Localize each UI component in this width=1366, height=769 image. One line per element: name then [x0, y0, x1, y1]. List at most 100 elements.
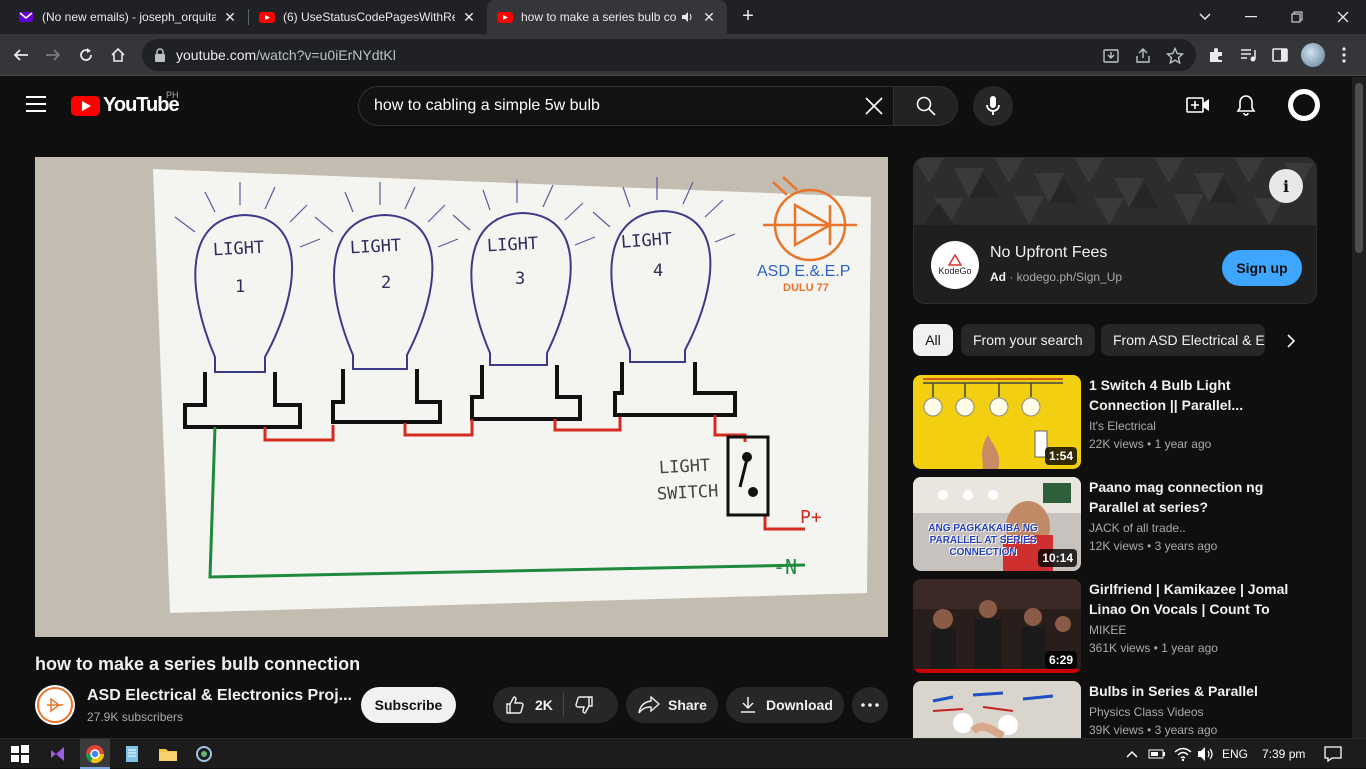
tab-status-pages[interactable]: (6) UseStatusCodePagesWithRed ✕	[249, 0, 487, 34]
new-tab-button[interactable]: +	[736, 5, 760, 29]
chip-all[interactable]: All	[913, 324, 953, 356]
thumbs-down-icon[interactable]	[574, 695, 594, 715]
video-thumbnail[interactable]	[913, 681, 1081, 738]
account-avatar-center	[1295, 96, 1313, 114]
recommendation-item[interactable]: 6:29 Girlfriend | Kamikazee | Jomal Lina…	[913, 579, 1317, 673]
like-button[interactable]: 2K	[493, 695, 553, 715]
video-duration: 6:29	[1044, 651, 1077, 669]
recommendation-title[interactable]: 1 Switch 4 Bulb Light Connection || Para…	[1089, 375, 1299, 415]
address-bar[interactable]: youtube.com/watch?v=u0iErNYdtKl	[142, 39, 1196, 71]
video-thumbnail[interactable]: ANG PAGKAKAIBA NG PARALLEL AT SERIES CON…	[913, 477, 1081, 571]
side-panel-icon[interactable]	[1271, 46, 1289, 64]
bookmark-star-icon[interactable]	[1166, 47, 1184, 65]
recommendation-channel[interactable]: Physics Class Videos	[1089, 705, 1204, 719]
advertiser-logo[interactable]: KodeGo	[931, 241, 979, 289]
search-button[interactable]	[894, 86, 958, 126]
video-thumbnail[interactable]: 6:29	[913, 579, 1081, 673]
hamburger-menu-icon[interactable]	[26, 96, 46, 112]
notification-center-icon[interactable]	[1324, 746, 1342, 762]
wifi-icon[interactable]	[1174, 746, 1192, 762]
recommendation-title[interactable]: Bulbs in Series & Parallel	[1089, 681, 1299, 701]
tab-mail[interactable]: (No new emails) - joseph_orquita ✕	[8, 0, 248, 34]
create-video-icon[interactable]	[1186, 93, 1210, 117]
notifications-bell-icon[interactable]	[1234, 93, 1258, 117]
voice-search-button[interactable]	[973, 86, 1013, 126]
tab-close-icon[interactable]: ✕	[701, 9, 717, 26]
ad-banner[interactable]	[914, 158, 1316, 225]
visual-studio-icon[interactable]	[48, 744, 68, 764]
channel-name[interactable]: ASD Electrical & Electronics Proj...	[87, 687, 352, 705]
recommendation-item[interactable]: ANG PAGKAKAIBA NG PARALLEL AT SERIES CON…	[913, 477, 1317, 571]
chrome-menu-icon[interactable]	[1335, 46, 1353, 64]
download-icon	[741, 697, 755, 713]
reload-icon[interactable]	[73, 42, 99, 68]
ad-signup-button[interactable]: Sign up	[1222, 250, 1302, 286]
tab-close-icon[interactable]: ✕	[461, 9, 477, 26]
ad-url[interactable]: kodego.ph/Sign_Up	[1017, 270, 1122, 284]
share-button[interactable]: Share	[626, 687, 718, 723]
home-icon[interactable]	[105, 42, 131, 68]
brand-subtext: DULU 77	[783, 282, 829, 294]
subscribe-button[interactable]: Subscribe	[361, 687, 456, 723]
ad-card[interactable]: i KodeGo No Upfront Fees Ad · kodego.ph/…	[913, 157, 1317, 304]
minimize-icon[interactable]	[1228, 0, 1274, 34]
windows-taskbar: ENG 7:39 pm	[0, 738, 1366, 769]
tab-close-icon[interactable]: ✕	[222, 9, 238, 26]
install-app-icon[interactable]	[1102, 47, 1120, 65]
video-thumbnail[interactable]: 1:54	[913, 375, 1081, 469]
url-host: youtube.com	[176, 47, 257, 63]
download-button[interactable]: Download	[726, 687, 844, 723]
channel-avatar[interactable]	[35, 685, 75, 725]
upload-age: 3 years ago	[1154, 539, 1218, 553]
video-duration: 1:54	[1044, 447, 1077, 465]
notepad-icon[interactable]	[122, 744, 142, 764]
clock-time[interactable]: 7:39 pm	[1262, 747, 1305, 761]
ad-info-button[interactable]: i	[1269, 169, 1303, 203]
more-actions-button[interactable]	[852, 687, 888, 723]
file-explorer-icon[interactable]	[158, 744, 178, 764]
youtube-logo[interactable]: YouTube PH	[71, 90, 180, 117]
tab-active-video[interactable]: how to make a series bulb co ✕	[487, 0, 727, 34]
tab-search-chevron-icon[interactable]	[1182, 0, 1228, 34]
app-icon[interactable]	[194, 744, 214, 764]
profile-avatar-icon[interactable]	[1301, 43, 1325, 67]
recommendation-channel[interactable]: It's Electrical	[1089, 419, 1156, 433]
recommendation-item[interactable]: Bulbs in Series & Parallel Physics Class…	[913, 681, 1317, 738]
chips-next-button[interactable]	[1278, 328, 1304, 354]
upload-age: 1 year ago	[1161, 641, 1218, 655]
chip-from-your-search[interactable]: From your search	[961, 324, 1095, 356]
youtube-favicon-icon	[497, 12, 513, 23]
recommendation-title[interactable]: Paano mag connection ng Parallel at seri…	[1089, 477, 1299, 517]
back-icon[interactable]	[8, 42, 34, 68]
extensions-puzzle-icon[interactable]	[1207, 46, 1225, 64]
input-language[interactable]: ENG	[1222, 747, 1248, 761]
show-hidden-icons-chevron[interactable]	[1124, 746, 1140, 762]
lock-icon[interactable]	[154, 48, 166, 62]
restore-icon[interactable]	[1274, 0, 1320, 34]
chip-from-channel[interactable]: From ASD Electrical & El	[1101, 324, 1265, 356]
page-scrollbar[interactable]	[1352, 77, 1366, 738]
search-input[interactable]: how to cabling a simple 5w bulb	[358, 86, 894, 126]
recommendation-channel[interactable]: MIKEE	[1089, 623, 1126, 637]
video-title: how to make a series bulb connection	[35, 654, 361, 674]
media-control-icon[interactable]	[1239, 46, 1257, 64]
recommendation-item[interactable]: 1:54 1 Switch 4 Bulb Light Connection ||…	[913, 375, 1317, 469]
close-window-icon[interactable]	[1320, 0, 1366, 34]
download-label: Download	[766, 697, 833, 713]
share-label: Share	[668, 697, 707, 713]
battery-icon[interactable]	[1148, 746, 1166, 762]
recommendation-title[interactable]: Girlfriend | Kamikazee | Jomal Linao On …	[1089, 579, 1299, 619]
ad-headline[interactable]: No Upfront Fees	[990, 244, 1107, 262]
video-player[interactable]: LIGHT 1 LIGHT 2 LIGHT 3 LIGHT 4 LIGHT SW…	[35, 157, 888, 637]
volume-icon[interactable]	[1197, 746, 1215, 762]
like-dislike-group: 2K	[493, 687, 618, 723]
scrollbar-thumb[interactable]	[1355, 83, 1363, 253]
tab-audio-icon[interactable]	[681, 10, 695, 24]
chrome-taskbar-button[interactable]	[80, 739, 110, 769]
forward-icon[interactable]	[40, 42, 66, 68]
ad-badge: Ad	[990, 270, 1006, 284]
clear-search-icon[interactable]	[863, 95, 885, 117]
recommendation-channel[interactable]: JACK of all trade..	[1089, 521, 1186, 535]
share-page-icon[interactable]	[1134, 47, 1152, 65]
windows-start-icon[interactable]	[10, 744, 30, 764]
